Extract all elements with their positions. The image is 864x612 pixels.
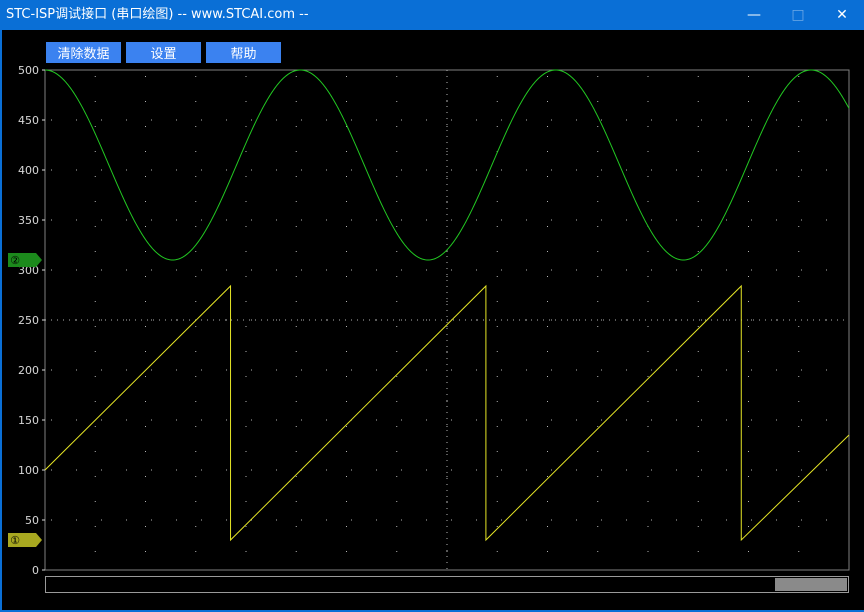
y-tick-label: 400 bbox=[18, 164, 39, 177]
y-tick-label: 450 bbox=[18, 114, 39, 127]
y-tick-label: 100 bbox=[18, 464, 39, 477]
channel-marker-label-2: ② bbox=[10, 254, 20, 267]
y-tick-label: 150 bbox=[18, 414, 39, 427]
y-tick-label: 0 bbox=[32, 564, 39, 577]
horizontal-scrollbar[interactable] bbox=[45, 576, 849, 593]
channel-marker-label-1: ① bbox=[10, 534, 20, 547]
waveform-plot: 050100150200250300350400450500①② bbox=[8, 64, 850, 577]
y-tick-label: 50 bbox=[25, 514, 39, 527]
scrollbar-thumb[interactable] bbox=[775, 578, 847, 591]
y-tick-label: 250 bbox=[18, 314, 39, 327]
series-line-channel-2 bbox=[44, 69, 850, 261]
y-tick-label: 200 bbox=[18, 364, 39, 377]
y-tick-label: 500 bbox=[18, 64, 39, 77]
y-tick-label: 350 bbox=[18, 214, 39, 227]
